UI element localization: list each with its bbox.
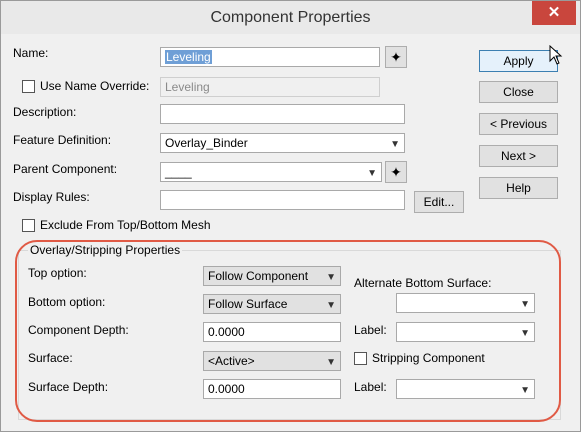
name-pick-button[interactable]: ✦ — [385, 46, 407, 68]
help-button[interactable]: Help — [479, 177, 558, 199]
exclude-mesh-label: Exclude From Top/Bottom Mesh — [40, 218, 211, 232]
use-name-override-label: Use Name Override: — [40, 79, 150, 93]
close-icon[interactable]: ✕ — [532, 1, 576, 25]
next-button[interactable]: Next > — [479, 145, 558, 167]
pick-element-icon: ✦ — [390, 164, 402, 180]
dialog-body: Name: Leveling ✦ Use Name Override: Leve… — [9, 34, 570, 426]
component-properties-dialog: Component Properties ✕ Name: Leveling ✦ … — [0, 0, 581, 432]
name-input[interactable]: Leveling — [160, 47, 380, 67]
pick-element-icon: ✦ — [390, 49, 402, 65]
use-name-override-checkbox[interactable] — [22, 80, 35, 93]
parent-component-value: ____ — [165, 165, 192, 179]
name-value: Leveling — [165, 50, 212, 64]
parent-component-select[interactable]: ____ ▼ — [160, 162, 382, 182]
name-label: Name: — [13, 46, 49, 60]
highlight-annotation — [15, 240, 561, 422]
feature-definition-select[interactable]: Overlay_Binder ▼ — [160, 133, 405, 153]
feature-definition-value: Overlay_Binder — [165, 136, 248, 150]
close-button[interactable]: Close — [479, 81, 558, 103]
edit-button[interactable]: Edit... — [414, 191, 464, 213]
exclude-mesh-checkbox[interactable] — [22, 219, 35, 232]
display-rules-label: Display Rules: — [13, 190, 90, 204]
dialog-title: Component Properties — [210, 9, 371, 26]
title-bar[interactable]: Component Properties ✕ — [1, 1, 580, 34]
parent-component-label: Parent Component: — [13, 162, 118, 176]
description-input[interactable] — [160, 104, 405, 124]
mouse-cursor-icon — [549, 45, 563, 65]
apply-button[interactable]: Apply — [479, 50, 558, 72]
parent-pick-button[interactable]: ✦ — [385, 161, 407, 183]
chevron-down-icon: ▼ — [367, 168, 377, 179]
feature-definition-label: Feature Definition: — [13, 133, 112, 147]
previous-button[interactable]: < Previous — [479, 113, 558, 135]
name-override-input: Leveling — [160, 77, 380, 97]
display-rules-field — [160, 190, 405, 210]
description-label: Description: — [13, 105, 77, 119]
chevron-down-icon: ▼ — [390, 139, 400, 150]
